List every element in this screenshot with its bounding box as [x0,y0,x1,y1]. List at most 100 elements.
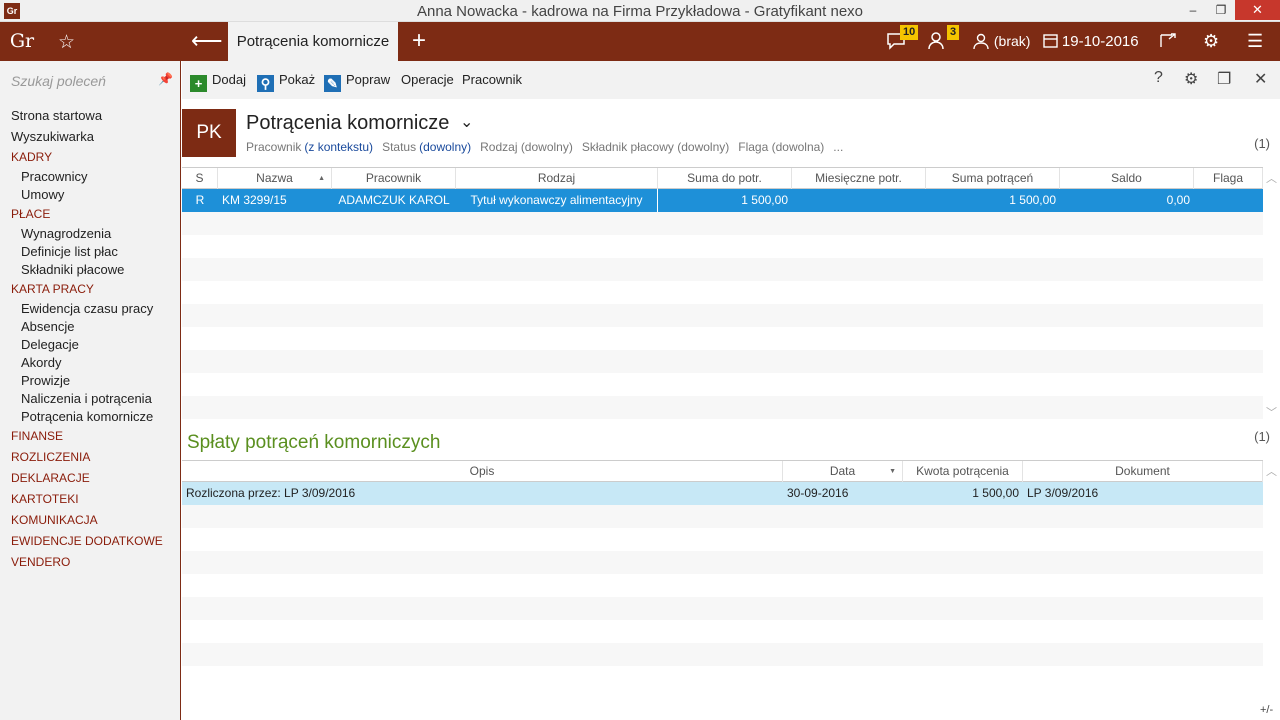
empty-row[interactable] [182,396,1263,419]
empty-row[interactable] [182,258,1263,281]
column-header[interactable]: Suma do potr. [658,168,792,189]
empty-row[interactable] [182,327,1263,350]
user-selector[interactable]: (brak) [972,22,1030,61]
new-tab-plus-icon[interactable]: + [412,27,426,55]
filter-item[interactable]: Status (dowolny) [382,140,471,154]
empty-row[interactable] [182,597,1263,620]
edit-button[interactable]: ✎ Popraw [324,71,390,92]
command-search[interactable]: Szukaj poleceń 📌 [0,61,181,99]
cell-data: 30-09-2016 [787,486,849,500]
column-header[interactable]: Pracownik [332,168,456,189]
sidebar-item[interactable]: Składniki płacowe [0,261,181,279]
sidebar-item[interactable]: KOMUNIKACJA [0,510,181,531]
column-header[interactable]: Opis [182,461,783,482]
sidebar-item[interactable]: PŁACE [0,204,181,225]
export-icon[interactable] [1159,22,1177,61]
expand-toggle[interactable]: +/- [1260,704,1273,716]
sidebar-item[interactable]: EWIDENCJE DODATKOWE [0,531,181,552]
empty-row[interactable] [182,350,1263,373]
sidebar-item[interactable]: Wyszukiwarka [0,126,181,147]
column-header[interactable]: Miesięczne potr. [792,168,926,189]
empty-row[interactable] [182,620,1263,643]
sidebar-item[interactable]: Definicje list płac [0,243,181,261]
empty-row[interactable] [182,281,1263,304]
column-header[interactable]: Nazwa ▲ [218,168,332,189]
search-input[interactable]: Szukaj poleceń [11,73,106,89]
menu-hamburger-icon[interactable]: ☰ [1247,22,1263,61]
scroll-up-icon[interactable]: ︿ [1266,463,1277,479]
sidebar-item[interactable]: Akordy [0,354,181,372]
detach-window-icon[interactable]: ❐ [1217,69,1231,89]
sidebar-item[interactable]: Delegacje [0,336,181,354]
tasks-icon[interactable] [928,22,948,61]
filter-item[interactable]: Rodzaj (dowolny) [480,140,573,154]
table-row[interactable]: Rozliczona przez: LP 3/09/2016 30-09-2016… [182,482,1263,505]
sidebar-item[interactable]: KARTA PRACY [0,279,181,300]
empty-row[interactable] [182,528,1263,551]
favorites-star-icon[interactable]: ☆ [58,31,75,54]
empty-row[interactable] [182,304,1263,327]
app-logo[interactable]: Gr [0,22,44,61]
sidebar-item[interactable]: KARTOTEKI [0,489,181,510]
column-header[interactable]: Kwota potrącenia [903,461,1023,482]
column-header[interactable]: Rodzaj [456,168,658,189]
tab-potracenia-komornicze[interactable]: Potrącenia komornicze [228,22,398,61]
empty-row[interactable] [182,574,1263,597]
sidebar-item[interactable]: Wynagrodzenia [0,225,181,243]
column-header[interactable]: Saldo [1060,168,1194,189]
empty-row[interactable] [182,373,1263,396]
empty-row[interactable] [182,551,1263,574]
page-title[interactable]: Potrącenia komornicze [246,112,449,135]
column-header[interactable]: Suma potrąceń [926,168,1060,189]
sidebar-item[interactable]: Pracownicy [0,168,181,186]
add-button[interactable]: + Dodaj [190,71,246,92]
sidebar-item[interactable]: Absencje [0,318,181,336]
sidebar-item[interactable]: Prowizje [0,372,181,390]
sort-asc-icon: ▲ [318,175,325,182]
empty-row[interactable] [182,505,1263,528]
sidebar-item[interactable]: FINANSE [0,426,181,447]
table-row[interactable]: R KM 3299/15 ADAMCZUK KAROL Tytuł wykonawcz… [182,189,1263,212]
empty-row[interactable] [182,643,1263,666]
sidebar-item[interactable]: Naliczenia i potrącenia [0,390,181,408]
cell-suma_potracen: 1 500,00 [1009,193,1056,207]
employee-menu[interactable]: Pracownik [462,71,522,89]
close-tab-icon[interactable]: ✕ [1254,69,1267,89]
empty-row[interactable] [182,235,1263,258]
filter-item[interactable]: Pracownik (z kontekstu) [246,140,373,154]
empty-row[interactable] [182,666,1263,689]
show-button[interactable]: ⚲ Pokaż [257,71,315,92]
pin-icon[interactable]: 📌 [158,72,173,86]
sidebar-item[interactable]: VENDERO [0,552,181,573]
view-settings-gear-icon[interactable]: ⚙ [1184,69,1198,89]
operations-menu[interactable]: Operacje [401,71,454,89]
minimize-button[interactable]: – [1179,0,1207,20]
column-header[interactable]: Dokument [1023,461,1263,482]
filter-item[interactable]: Składnik płacowy (dowolny) [582,140,729,154]
scroll-down-icon[interactable]: ﹀ [1266,404,1277,420]
sidebar-item[interactable]: Umowy [0,186,181,204]
main-table: S Nazwa ▲ Pracownik Rodzaj Suma do potr. Miesi… [182,167,1263,419]
column-header[interactable]: Data ▼ [783,461,903,482]
sidebar-item[interactable]: Strona startowa [0,105,181,126]
filter-item[interactable]: ... [833,140,843,154]
chevron-down-icon[interactable]: ⌄ [460,112,473,132]
sidebar-item[interactable]: KADRY [0,147,181,168]
column-header[interactable]: S [182,168,218,189]
settings-gear-icon[interactable]: ⚙ [1203,22,1219,61]
help-icon[interactable]: ? [1154,69,1163,87]
date-selector[interactable]: 19-10-2016 [1043,22,1139,61]
scroll-up-icon[interactable]: ︿ [1266,170,1277,186]
restore-button[interactable]: ❐ [1207,0,1235,20]
sidebar-item[interactable]: Ewidencja czasu pracy [0,300,181,318]
column-header[interactable]: Flaga [1194,168,1263,189]
close-window-button[interactable]: ✕ [1235,0,1280,20]
empty-row[interactable] [182,212,1263,235]
back-arrow-icon[interactable]: ⟵ [191,28,223,54]
sidebar-item[interactable]: DEKLARACJE [0,468,181,489]
cell-saldo: 0,00 [1166,193,1190,207]
sidebar-item[interactable]: Potrącenia komornicze [0,408,181,426]
filter-item[interactable]: Flaga (dowolna) [738,140,824,154]
sidebar-item[interactable]: ROZLICZENIA [0,447,181,468]
sub-record-count: (1) [1254,429,1270,444]
